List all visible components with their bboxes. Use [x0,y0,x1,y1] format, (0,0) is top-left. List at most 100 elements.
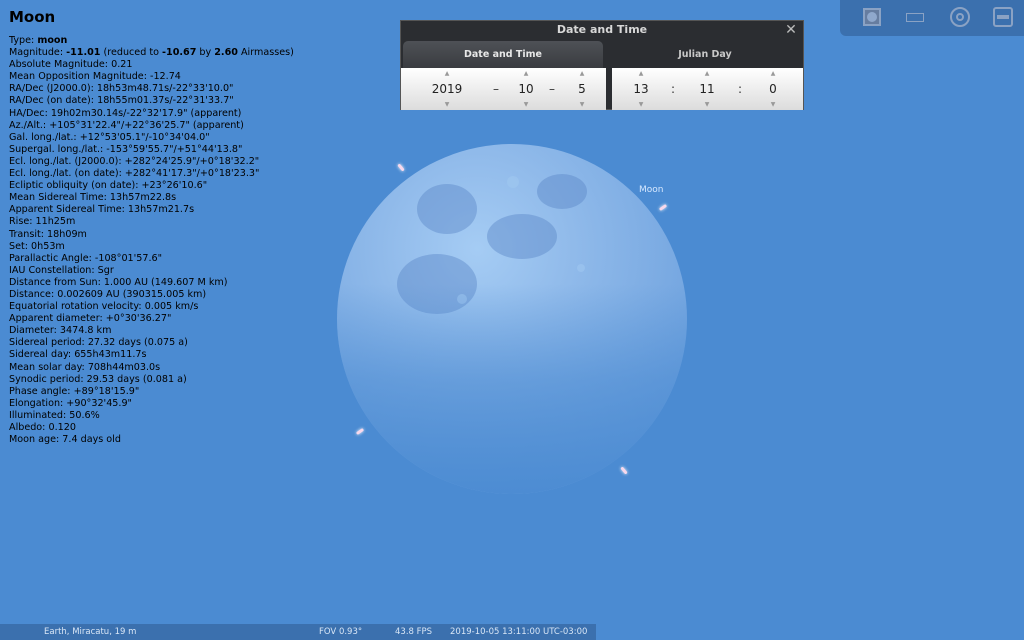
spin-up-icon[interactable]: ▲ [569,71,595,77]
target-icon[interactable] [949,6,971,28]
fov-text: FOV 0.93° [319,627,363,637]
window-icon[interactable] [861,6,883,28]
info-segment: Transit: 18h09m [9,228,87,240]
fps-text: 43.8 FPS [395,627,433,637]
info-segment: Airmasses) [237,47,294,59]
info-line: Ecliptic obliquity (on date): +23°26'10.… [9,180,339,192]
info-line: Mean Sidereal Time: 13h57m22.8s [9,192,339,204]
info-line: Rise: 11h25m [9,216,339,228]
day-value[interactable]: 5 [569,82,595,96]
spin-up-icon[interactable]: ▲ [626,71,656,77]
spin-down-icon[interactable]: ▼ [569,102,595,108]
spin-up-icon[interactable]: ▲ [511,71,541,77]
date-fields: ▲ 2019 ▼ – ▲ 10 ▼ – ▲ 5 ▼ [401,68,606,110]
info-segment: Albedo: 0.120 [9,422,76,433]
info-segment: Supergal. long./lat.: -153°59'55.7"/+51°… [9,143,243,155]
time-fields: ▲ 13 ▼ : ▲ 11 ▼ : ▲ 0 ▼ [612,68,803,110]
minute-spinbox[interactable]: ▲ 11 ▼ [692,68,722,110]
info-segment: moon [37,35,68,46]
spin-up-icon[interactable]: ▲ [692,71,722,77]
info-line: Apparent diameter: +0°30'36.27" [9,313,339,325]
info-line: HA/Dec: 19h02m30.14s/-22°32'17.9" (appar… [9,108,339,120]
spin-up-icon[interactable]: ▲ [758,71,788,77]
second-spinbox[interactable]: ▲ 0 ▼ [758,68,788,110]
datetime-fields: ▲ 2019 ▼ – ▲ 10 ▼ – ▲ 5 ▼ ▲ 13 ▼ : ▲ 11 … [401,68,803,110]
year-spinbox[interactable]: ▲ 2019 ▼ [421,68,473,110]
info-segment: Phase angle: +89°18'15.9" [9,385,140,397]
info-line: Apparent Sidereal Time: 13h57m21.7s [9,204,339,216]
info-segment: Equatorial rotation velocity: 0.005 km/s [9,301,199,313]
info-line: Magnitude: -11.01 (reduced to -10.67 by … [9,47,339,59]
info-line: Elongation: +90°32'45.9" [9,398,339,410]
month-value[interactable]: 10 [511,82,541,96]
info-segment: Diameter: 3474.8 km [9,325,112,337]
moon-label: Moon [639,185,664,195]
close-icon[interactable]: ✕ [785,22,797,38]
info-segment: Magnitude: [9,47,67,59]
spin-up-icon[interactable]: ▲ [421,71,473,77]
info-segment: Mean Sidereal Time: 13h57m22.8s [9,192,177,204]
tab-julian-day[interactable]: Julian Day [607,41,803,68]
location-text[interactable]: Earth, Miracatu, 19 m [44,624,136,640]
dialog-title[interactable]: Date and Time [401,21,803,39]
info-segment: Ecliptic obliquity (on date): +23°26'10.… [9,180,208,192]
info-line: Equatorial rotation velocity: 0.005 km/s [9,301,339,313]
info-segment: RA/Dec (J2000.0): 18h53m48.71s/-22°33'10… [9,83,234,95]
info-segment: Sidereal day: 655h43m11.7s [9,349,147,361]
info-segment: Mean Opposition Magnitude: -12.74 [9,71,181,83]
second-value[interactable]: 0 [758,82,788,96]
day-spinbox[interactable]: ▲ 5 ▼ [569,68,595,110]
info-segment: Illuminated: 50.6% [9,409,100,421]
info-line: Sidereal period: 27.32 days (0.075 a) [9,337,339,349]
info-line: Supergal. long./lat.: -153°59'55.7"/+51°… [9,144,339,156]
info-segment: Apparent diameter: +0°30'36.27" [9,313,172,325]
info-line: Az./Alt.: +105°31'22.4"/+22°36'25.7" (ap… [9,120,339,132]
window-minus-icon[interactable] [992,6,1014,28]
info-segment: Absolute Magnitude: 0.21 [9,59,133,71]
info-segment: Ecl. long./lat. (on date): +282°41'17.3"… [9,168,260,180]
info-segment: 2.60 [214,47,238,59]
tab-date-and-time[interactable]: Date and Time [403,41,603,68]
datetime-text[interactable]: 2019-10-05 13:11:00 UTC-03:00 [450,624,587,640]
info-segment: Apparent Sidereal Time: 13h57m21.7s [9,204,195,216]
info-segment: Parallactic Angle: -108°01'57.6" [9,252,163,264]
info-line: IAU Constellation: Sgr [9,265,339,277]
dialog-tabs: Date and Time Julian Day [401,41,803,68]
info-line: Mean Opposition Magnitude: -12.74 [9,71,339,83]
info-line: Absolute Magnitude: 0.21 [9,59,339,71]
time-separator: : [671,82,676,96]
spin-down-icon[interactable]: ▼ [692,102,722,108]
info-line: RA/Dec (on date): 18h55m01.37s/-22°31'33… [9,95,339,107]
info-line: Parallactic Angle: -108°01'57.6" [9,253,339,265]
year-value[interactable]: 2019 [421,82,473,96]
rectangle-icon[interactable] [905,6,927,28]
info-line: Mean solar day: 708h44m03.0s [9,362,339,374]
date-separator: – [549,82,555,96]
hour-value[interactable]: 13 [626,82,656,96]
date-time-dialog: Date and Time ✕ Date and Time Julian Day… [400,20,804,110]
info-segment: Type: [9,35,38,46]
info-segment: Elongation: +90°32'45.9" [9,397,132,409]
spin-down-icon[interactable]: ▼ [626,102,656,108]
spin-down-icon[interactable]: ▼ [758,102,788,108]
info-segment: Distance from Sun: 1.000 AU (149.607 M k… [9,276,228,288]
object-info-panel: Moon Type: moon Magnitude: -11.01 (reduce… [9,8,339,446]
hour-spinbox[interactable]: ▲ 13 ▼ [626,68,656,110]
info-segment: HA/Dec: 19h02m30.14s/-22°32'17.9" (appar… [9,107,242,119]
spin-down-icon[interactable]: ▼ [511,102,541,108]
object-name: Moon [9,8,56,26]
info-segment: Sidereal period: 27.32 days (0.075 a) [9,337,188,349]
info-line: Set: 0h53m [9,241,339,253]
info-segment: Moon age: 7.4 days old [9,434,121,446]
spin-down-icon[interactable]: ▼ [421,102,473,108]
info-segment: by [196,47,215,59]
info-segment: Az./Alt.: +105°31'22.4"/+22°36'25.7" (ap… [9,119,244,131]
month-spinbox[interactable]: ▲ 10 ▼ [511,68,541,110]
time-separator: : [738,82,743,96]
minute-value[interactable]: 11 [692,82,722,96]
moon-body[interactable] [337,144,687,494]
info-lines: Type: moon Magnitude: -11.01 (reduced to … [9,35,339,446]
info-line: Albedo: 0.120 [9,422,339,434]
info-segment: Rise: 11h25m [9,216,76,228]
info-line: RA/Dec (J2000.0): 18h53m48.71s/-22°33'10… [9,83,339,95]
